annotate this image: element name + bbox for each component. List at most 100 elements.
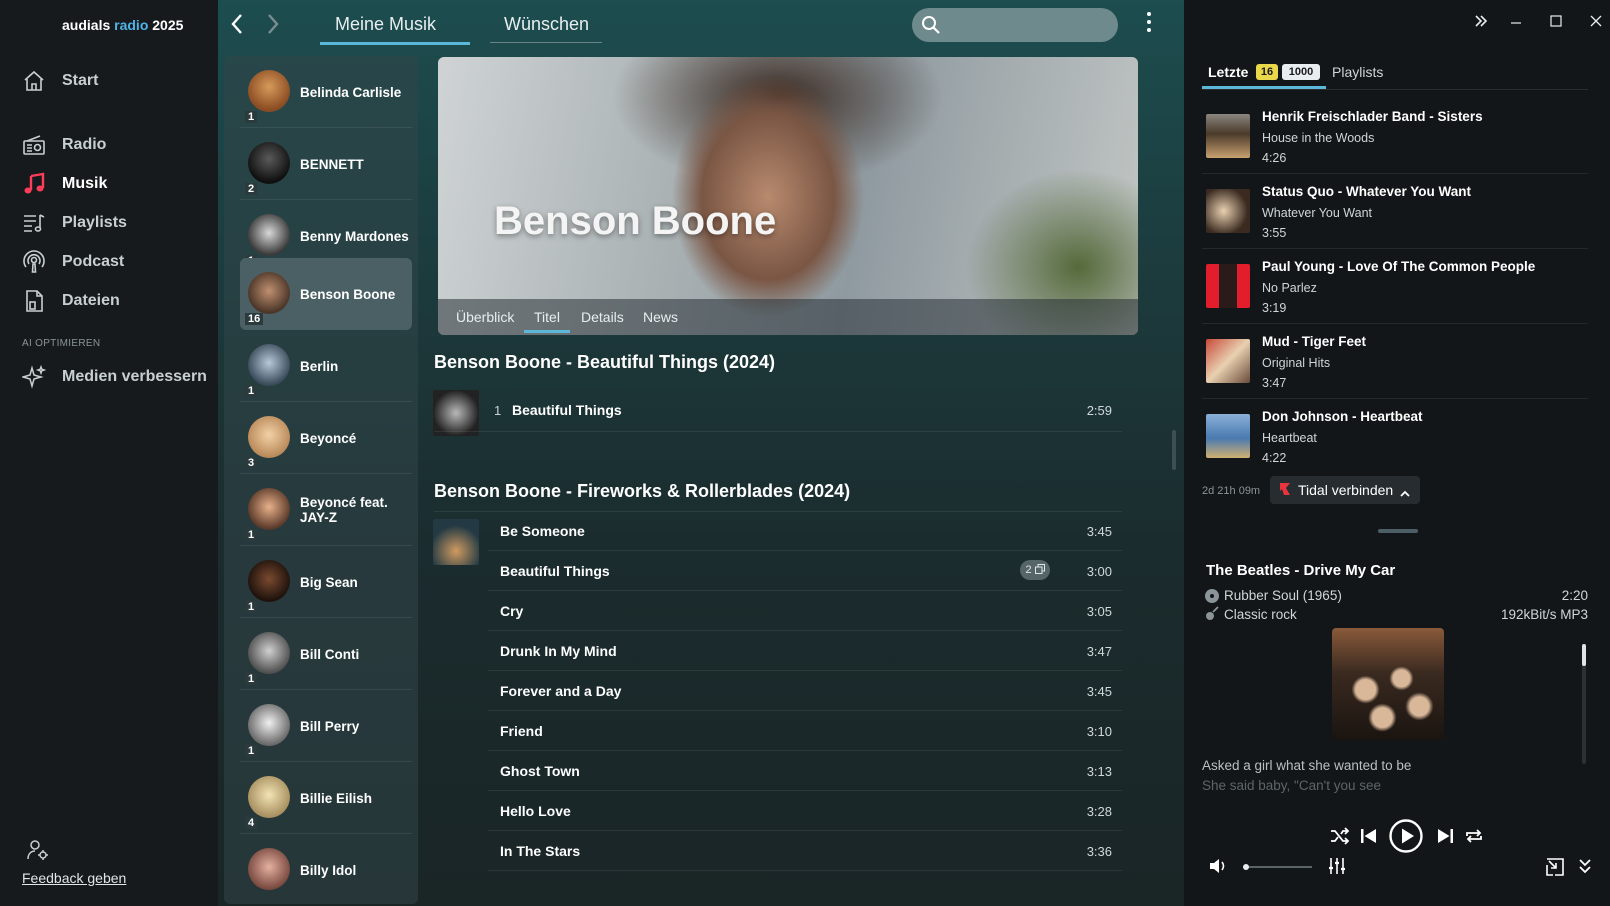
history-duration: 3:55 — [1262, 226, 1287, 240]
track-number: 1 — [494, 403, 502, 418]
artist-belinda-carlisle[interactable]: Belinda Carlisle 1 — [240, 56, 412, 128]
track-row[interactable]: Ghost Town 3:13 — [488, 751, 1122, 791]
history-duration: 4:22 — [1262, 451, 1287, 465]
tab-news[interactable]: News — [643, 309, 678, 325]
history-item[interactable]: Don Johnson - Heartbeat Heartbeat 4:22 — [1202, 400, 1588, 474]
history-item[interactable]: Status Quo - Whatever You Want Whatever … — [1202, 175, 1588, 249]
artist-big-sean[interactable]: Big Sean 1 — [240, 546, 412, 618]
artist-beyonce-feat-jay-z[interactable]: Beyoncé feat. JAY-Z 1 — [240, 474, 412, 546]
shuffle-icon[interactable] — [1330, 827, 1350, 850]
search-input[interactable] — [912, 8, 1118, 42]
forward-arrow-icon[interactable] — [266, 12, 280, 42]
track-row[interactable]: Be Someone 3:45 — [488, 511, 1122, 551]
nav-podcast[interactable]: Podcast — [20, 245, 210, 279]
avatar — [248, 632, 290, 674]
nav-start[interactable]: Start — [20, 64, 210, 98]
home-icon — [20, 67, 48, 95]
track-row[interactable]: Drunk In My Mind 3:47 — [488, 631, 1122, 671]
album-cover[interactable] — [433, 519, 479, 565]
tab-details[interactable]: Details — [581, 309, 624, 325]
track-duration: 3:28 — [1086, 804, 1112, 819]
artist-billy-idol[interactable]: Billy Idol — [240, 834, 412, 904]
maximize-icon[interactable] — [1550, 14, 1562, 32]
artist-name: Belinda Carlisle — [300, 84, 402, 100]
track-row[interactable]: Cry 3:05 — [488, 591, 1122, 631]
tab-ueberblick[interactable]: Überblick — [456, 309, 514, 325]
track-row[interactable]: In The Stars 3:36 — [488, 831, 1122, 871]
history-item[interactable]: Mud - Tiger Feet Original Hits 3:47 — [1202, 325, 1588, 399]
avatar — [248, 848, 290, 890]
play-button[interactable] — [1388, 818, 1424, 859]
drag-handle[interactable] — [1378, 529, 1418, 533]
equalizer-icon[interactable] — [1328, 857, 1346, 880]
previous-icon[interactable] — [1360, 827, 1378, 850]
lyrics-scroll-thumb[interactable] — [1582, 644, 1586, 666]
close-icon[interactable] — [1590, 14, 1602, 32]
volume-slider[interactable] — [1244, 866, 1312, 868]
avatar — [248, 488, 290, 530]
now-playing-quality: 192kBit/s MP3 — [1500, 607, 1588, 622]
collapse-panel-icon[interactable] — [1474, 14, 1488, 32]
avatar — [248, 560, 290, 602]
artist-name: Billy Idol — [300, 862, 357, 878]
nav-medien-verbessern[interactable]: Medien verbessern — [20, 360, 210, 394]
brand-accent: radio — [114, 17, 149, 33]
tab-letzte[interactable]: Letzte — [1208, 64, 1248, 80]
artist-berlin[interactable]: Berlin 1 — [240, 330, 412, 402]
mini-player-icon[interactable] — [1546, 858, 1564, 881]
panel-splitter[interactable] — [1172, 430, 1176, 470]
volume-knob[interactable] — [1243, 864, 1250, 870]
track-row[interactable]: Friend 3:10 — [488, 711, 1122, 751]
collapse-player-icon[interactable] — [1578, 858, 1592, 879]
artist-bennett[interactable]: BENNETT 2 — [240, 128, 412, 200]
artist-name: Berlin — [300, 358, 339, 374]
artist-benson-boone[interactable]: Benson Boone 16 — [240, 258, 412, 330]
artist-name: Benson Boone — [300, 286, 396, 302]
history-duration: 3:19 — [1262, 301, 1287, 315]
artist-list[interactable]: Belinda Carlisle 1 BENNETT 2 Benny Mardo… — [224, 56, 418, 904]
feedback-icon[interactable] — [26, 838, 50, 867]
track-title: In The Stars — [500, 843, 581, 859]
album-cover[interactable] — [433, 390, 479, 436]
app-brand: audials radio 2025 — [62, 17, 183, 33]
repeat-icon[interactable] — [1464, 827, 1484, 850]
track-row[interactable]: Beautiful Things 2 3:00 — [488, 551, 1122, 591]
artist-bill-perry[interactable]: Bill Perry 1 — [240, 690, 412, 762]
now-playing-duration: 2:20 — [1561, 588, 1588, 603]
artist-count: 2 — [245, 183, 258, 195]
nav-radio[interactable]: Radio — [20, 128, 210, 162]
track-row[interactable]: Hello Love 3:28 — [488, 791, 1122, 831]
nav-playlists[interactable]: Playlists — [20, 206, 210, 240]
tab-meine-musik[interactable]: Meine Musik — [335, 14, 436, 35]
volume-icon[interactable] — [1208, 858, 1228, 879]
divider — [1202, 89, 1588, 90]
artist-count: 1 — [245, 673, 258, 685]
versions-badge[interactable]: 2 — [1020, 560, 1050, 580]
copies-icon — [1034, 563, 1045, 577]
back-arrow-icon[interactable] — [230, 12, 244, 42]
next-icon[interactable] — [1436, 827, 1454, 850]
nav-dateien[interactable]: Dateien — [20, 284, 210, 318]
artist-beyonce[interactable]: Beyoncé 3 — [240, 402, 412, 474]
artist-name: Big Sean — [300, 574, 358, 590]
track-row[interactable]: 1 Beautiful Things 2:59 — [488, 390, 1122, 430]
more-options-icon[interactable] — [1146, 10, 1152, 40]
radio-icon — [20, 131, 48, 159]
tab-wuenschen[interactable]: Wünschen — [504, 14, 589, 35]
minimize-icon[interactable] — [1510, 14, 1522, 32]
nav-musik[interactable]: Musik — [20, 167, 210, 201]
tidal-connect-button[interactable]: Tidal verbinden — [1270, 476, 1420, 504]
track-row[interactable]: Forever and a Day 3:45 — [488, 671, 1122, 711]
artist-billie-eilish[interactable]: Billie Eilish 4 — [240, 762, 412, 834]
brand-suffix: 2025 — [152, 17, 184, 33]
app-window: audials radio 2025 Start Radio Musik Pla… — [0, 0, 1610, 906]
lyrics-line: She said baby, "Can't you see — [1202, 778, 1381, 793]
history-item[interactable]: Paul Young - Love Of The Common People N… — [1202, 250, 1588, 324]
tab-playlists[interactable]: Playlists — [1332, 64, 1383, 80]
track-title: Friend — [500, 723, 543, 739]
now-playing-genre: Classic rock — [1224, 607, 1297, 622]
tab-titel[interactable]: Titel — [534, 309, 560, 325]
history-item[interactable]: Henrik Freischlader Band - Sisters House… — [1202, 100, 1588, 174]
feedback-link[interactable]: Feedback geben — [22, 870, 126, 886]
artist-bill-conti[interactable]: Bill Conti 1 — [240, 618, 412, 690]
